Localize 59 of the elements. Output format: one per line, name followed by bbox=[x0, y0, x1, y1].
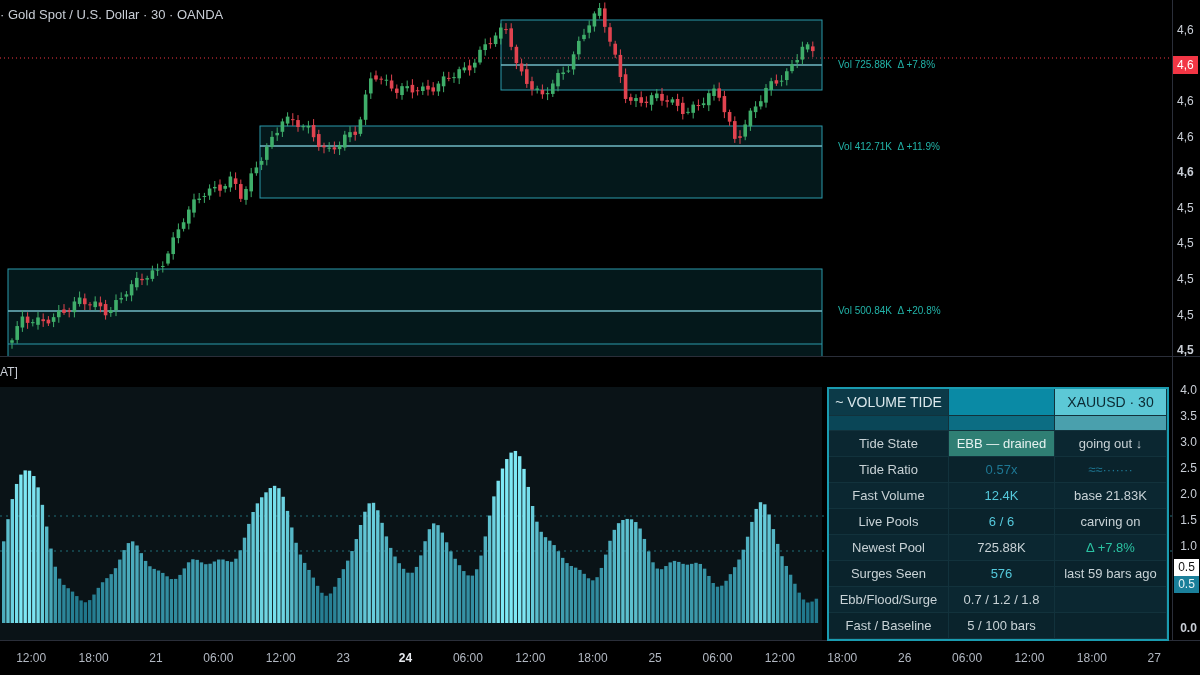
time-axis-label: 27 bbox=[1147, 651, 1161, 665]
price-axis-label: 4,5 bbox=[1176, 342, 1194, 360]
time-axis-label: 18:00 bbox=[1076, 651, 1107, 665]
time-axis-label: 06:00 bbox=[702, 651, 733, 665]
indicator-axis-label: 1.5 bbox=[1179, 512, 1197, 529]
time-axis-label: 12:00 bbox=[764, 651, 795, 665]
indicator-label: AT] bbox=[0, 365, 18, 379]
price-axis-label: 4,5 bbox=[1176, 235, 1194, 253]
indicator-axis-label: 0.0 bbox=[1179, 620, 1197, 637]
indicator-axis-label: 2.0 bbox=[1179, 486, 1197, 503]
time-axis-label: 12:00 bbox=[1014, 651, 1045, 665]
chart-title: · Gold Spot / U.S. Dollar · 30 · OANDA bbox=[0, 7, 224, 22]
indicator-axis-label: 3.5 bbox=[1179, 408, 1197, 425]
time-axis-label: 06:00 bbox=[203, 651, 234, 665]
panel-title: ~ VOLUME TIDE bbox=[829, 389, 949, 416]
time-axis-label: 26 bbox=[898, 651, 912, 665]
price-axis-label: 4,5 bbox=[1176, 306, 1194, 324]
row-value: 12.4K bbox=[949, 483, 1055, 509]
price-axis-label: 4,6 bbox=[1176, 21, 1194, 39]
time-axis-label: 18:00 bbox=[827, 651, 858, 665]
row-value: EBB — drained bbox=[949, 431, 1055, 457]
time-axis-label: 06:00 bbox=[452, 651, 483, 665]
row-value: 5 / 100 bars bbox=[949, 613, 1055, 639]
symbol-label: XAUUSD · 30 bbox=[1055, 389, 1167, 416]
indicator-axis-label: 1.0 bbox=[1179, 538, 1197, 555]
row-note: base 21.83K bbox=[1055, 483, 1167, 509]
price-axis-label: 4,6 bbox=[1176, 164, 1194, 182]
time-axis-label: 12:00 bbox=[265, 651, 296, 665]
pool-label: Vol 412.71K Δ +11.9% bbox=[838, 140, 940, 152]
row-label: Newest Pool bbox=[829, 535, 949, 561]
price-axis-label: 4,5 bbox=[1176, 270, 1194, 288]
time-axis-label: 23 bbox=[336, 651, 350, 665]
time-axis-label: 06:00 bbox=[952, 651, 983, 665]
pool-label: Vol 500.84K Δ +20.8% bbox=[838, 304, 941, 316]
time-axis-label: 25 bbox=[648, 651, 662, 665]
time-axis-label: 12:00 bbox=[16, 651, 47, 665]
row-label: Fast / Baseline bbox=[829, 613, 949, 639]
indicator-value-label: 0.5 bbox=[1174, 576, 1199, 593]
price-axis-label: 4,6 bbox=[1176, 93, 1194, 110]
time-axis-label: 12:00 bbox=[515, 651, 546, 665]
time-axis-label: 24 bbox=[398, 651, 413, 665]
time-axis-label: 18:00 bbox=[78, 651, 109, 665]
row-label: Tide State bbox=[829, 431, 949, 457]
row-value: 725.88K bbox=[949, 535, 1055, 561]
time-axis-label: 21 bbox=[149, 651, 163, 665]
indicator-axis-label: 2.5 bbox=[1179, 460, 1197, 477]
indicator-axis-label: 3.0 bbox=[1179, 434, 1197, 451]
pool-label: Vol 725.88K Δ +7.8% bbox=[838, 58, 936, 70]
row-label: Fast Volume bbox=[829, 483, 949, 509]
indicator-value-label: 0.5 bbox=[1174, 559, 1199, 576]
row-note: Δ +7.8% bbox=[1055, 535, 1167, 561]
current-price-label: 4,6 bbox=[1173, 56, 1198, 75]
price-axis-label: 4,5 bbox=[1176, 199, 1194, 217]
price-axis-label: 4,6 bbox=[1176, 128, 1194, 146]
indicator-axis-label: 4.0 bbox=[1179, 382, 1197, 399]
row-note: going out ↓ bbox=[1055, 431, 1167, 457]
time-axis-label: 18:00 bbox=[577, 651, 608, 665]
row-label: Ebb/Flood/Surge bbox=[829, 587, 949, 613]
row-value: 0.7 / 1.2 / 1.8 bbox=[949, 587, 1055, 613]
